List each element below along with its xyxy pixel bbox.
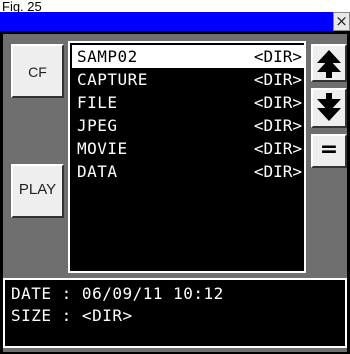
double-down-arrow-icon (317, 93, 341, 121)
item-type: <DIR> (253, 139, 302, 158)
item-type: <DIR> (253, 70, 302, 89)
item-type: <DIR> (253, 47, 302, 66)
date-line: DATE : 06/09/11 10:12 (11, 284, 224, 303)
list-item[interactable]: FILE <DIR> (72, 91, 304, 114)
enter-button[interactable]: = (311, 134, 347, 168)
item-name: SAMP02 (77, 47, 138, 66)
item-name: JPEG (77, 116, 118, 135)
list-item[interactable]: SAMP02 <DIR> (72, 45, 304, 68)
title-bar (0, 12, 333, 31)
scroll-up-button[interactable] (311, 44, 347, 82)
item-name: MOVIE (77, 139, 128, 158)
item-name: DATA (77, 162, 118, 181)
equals-icon: = (319, 137, 339, 162)
close-icon: × (335, 12, 348, 30)
info-panel: DATE : 06/09/11 10:12 SIZE : <DIR> (3, 278, 347, 348)
list-item[interactable]: MOVIE <DIR> (72, 137, 304, 160)
item-type: <DIR> (253, 162, 302, 181)
double-up-arrow-icon (317, 50, 341, 78)
file-list[interactable]: SAMP02 <DIR> CAPTURE <DIR> FILE <DIR> JP… (68, 41, 306, 273)
item-type: <DIR> (253, 93, 302, 112)
item-name: CAPTURE (77, 70, 148, 89)
list-item[interactable]: DATA <DIR> (72, 160, 304, 183)
play-button[interactable]: PLAY (11, 164, 64, 218)
item-name: FILE (77, 93, 118, 112)
scroll-down-button[interactable] (311, 88, 347, 128)
size-line: SIZE : <DIR> (11, 306, 133, 325)
list-item[interactable]: CAPTURE <DIR> (72, 68, 304, 91)
close-button[interactable]: × (333, 12, 350, 31)
list-item[interactable]: JPEG <DIR> (72, 114, 304, 137)
cf-button[interactable]: CF (11, 44, 64, 98)
item-type: <DIR> (253, 116, 302, 135)
